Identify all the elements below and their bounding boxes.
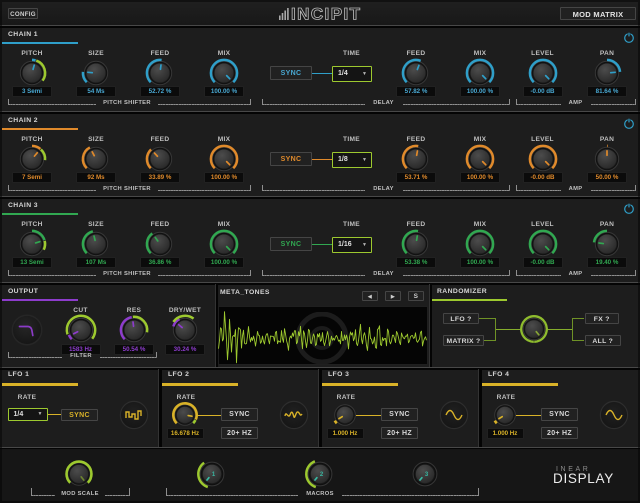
svg-text:INCIPIT: INCIPIT [291,5,361,24]
